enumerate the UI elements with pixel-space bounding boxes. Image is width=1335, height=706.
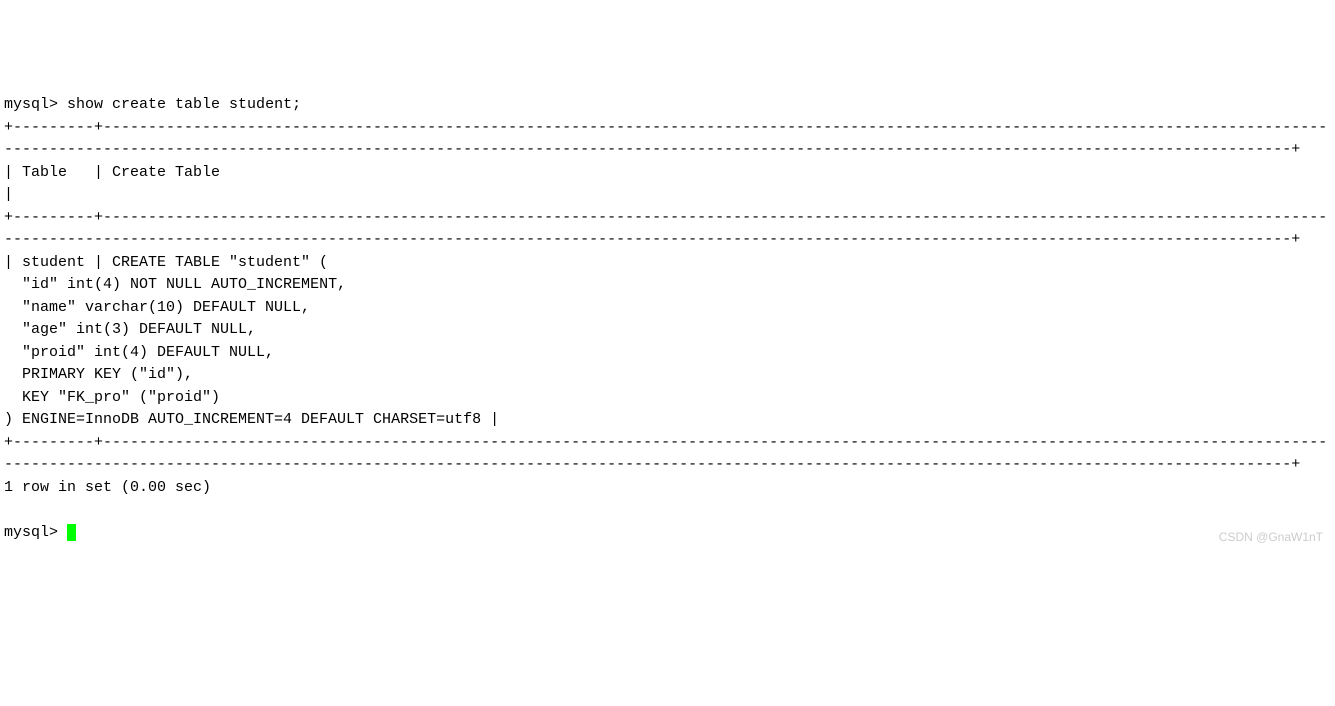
table-data-line: "proid" int(4) DEFAULT NULL,	[4, 344, 274, 361]
border-line: +---------+-----------------------------…	[4, 434, 1327, 474]
table-data-line: | student | CREATE TABLE "student" (	[4, 254, 328, 271]
prompt: mysql>	[4, 96, 58, 113]
watermark-text: CSDN @GnaW1nT	[1219, 528, 1323, 546]
cursor-icon	[67, 524, 76, 541]
border-line: +---------+-----------------------------…	[4, 119, 1327, 159]
result-summary: 1 row in set (0.00 sec)	[4, 479, 211, 496]
table-data-line: "name" varchar(10) DEFAULT NULL,	[4, 299, 310, 316]
table-data-line: KEY "FK_pro" ("proid")	[4, 389, 220, 406]
table-data-line: "id" int(4) NOT NULL AUTO_INCREMENT,	[4, 276, 346, 293]
table-header: | Table | Create Table	[4, 164, 1335, 204]
table-data-line: PRIMARY KEY ("id"),	[4, 366, 193, 383]
table-data-line: "age" int(3) DEFAULT NULL,	[4, 321, 256, 338]
terminal-output[interactable]: mysql> show create table student; +-----…	[4, 94, 1331, 544]
command-input: show create table student;	[67, 96, 301, 113]
border-line: +---------+-----------------------------…	[4, 209, 1327, 249]
prompt-end: mysql>	[4, 524, 67, 541]
table-data-line: ) ENGINE=InnoDB AUTO_INCREMENT=4 DEFAULT…	[4, 411, 499, 428]
